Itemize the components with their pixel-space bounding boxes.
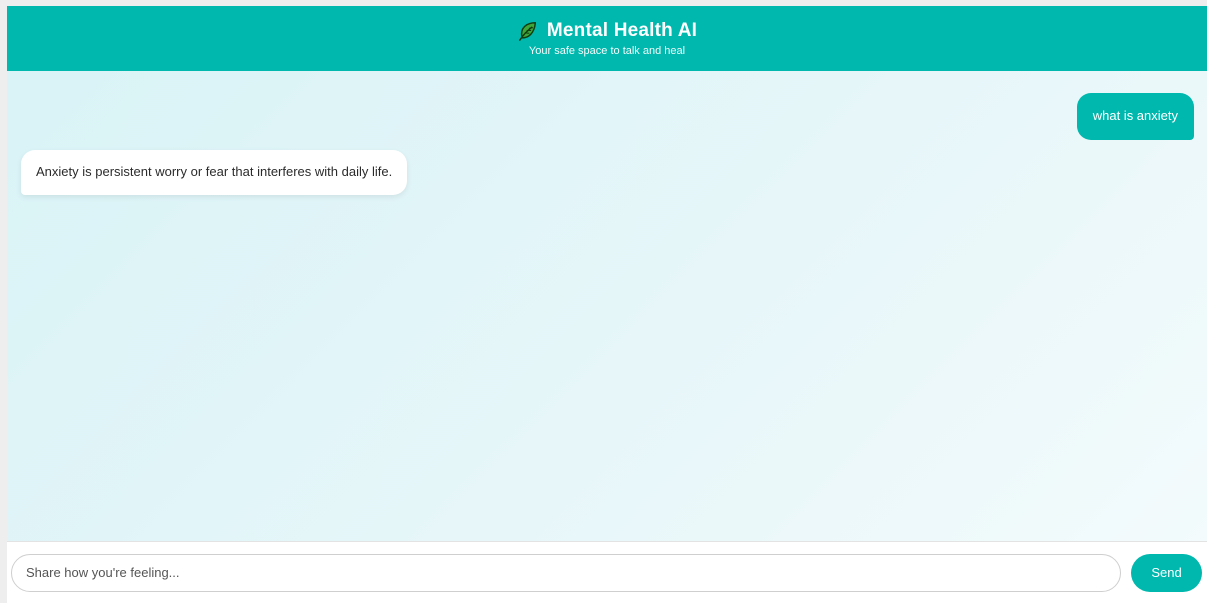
app-subtitle: Your safe space to talk and heal [528, 45, 686, 57]
user-message: what is anxiety [1076, 93, 1194, 140]
message-input[interactable] [11, 553, 1121, 592]
bot-message: Anxiety is persistent worry or fear that… [21, 150, 408, 195]
leaf-icon [517, 20, 539, 42]
chat-area[interactable]: what is anxiety Anxiety is persistent wo… [7, 71, 1207, 541]
chat-app: Mental Health AI Your safe space to talk… [7, 6, 1207, 603]
app-header: Mental Health AI Your safe space to talk… [7, 6, 1207, 71]
input-bar: Send [7, 541, 1207, 603]
app-title: Mental Health AI [546, 20, 698, 41]
title-row: Mental Health AI [517, 20, 697, 42]
send-button[interactable]: Send [1131, 553, 1202, 592]
